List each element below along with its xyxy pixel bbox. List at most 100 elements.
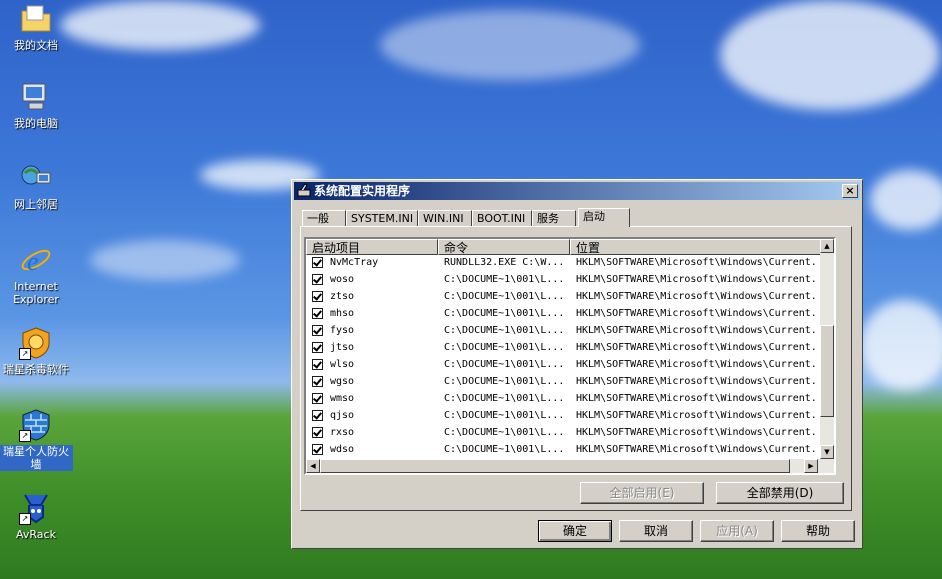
startup-item-location: HKLM\SOFTWARE\Microsoft\Windows\Current.… [576, 359, 818, 370]
table-row[interactable]: wmso C:\DOCUME~1\001\L... HKLM\SOFTWARE\Mi… [306, 391, 820, 408]
firewall-icon: ↗ [19, 408, 53, 442]
horizontal-scroll-thumb[interactable] [320, 459, 790, 473]
table-row[interactable]: jtso C:\DOCUME~1\001\L... HKLM\SOFTWARE\Mi… [306, 340, 820, 357]
startup-item-command: C:\DOCUME~1\001\L... [444, 376, 565, 387]
cloud [60, 0, 260, 50]
startup-item-name: fyso [330, 325, 355, 336]
startup-item-location: HKLM\SOFTWARE\Microsoft\Windows\Current.… [576, 393, 818, 404]
table-row[interactable]: woso C:\DOCUME~1\001\L... HKLM\SOFTWARE\Mi… [306, 272, 820, 289]
scroll-left-button[interactable]: ◀ [306, 459, 320, 473]
column-header-location[interactable]: 位置 [570, 239, 826, 255]
startup-item-checkbox[interactable] [312, 359, 323, 370]
desktop-icon-label: 我的文档 [14, 39, 58, 52]
table-row[interactable]: fyso C:\DOCUME~1\001\L... HKLM\SOFTWARE\Mi… [306, 323, 820, 340]
table-row[interactable]: NvMcTray RUNDLL32.EXE C:\W... HKLM\SOFTWAR… [306, 255, 820, 272]
desktop-icon-avrack[interactable]: ↗ AvRack [0, 491, 73, 541]
tab-general[interactable]: 一般 [302, 210, 346, 226]
desktop-icon-my-documents[interactable]: 我的文档 [0, 2, 73, 52]
cloud [90, 240, 240, 280]
scroll-right-button[interactable]: ▶ [804, 459, 818, 473]
ok-button[interactable]: 确定 [538, 520, 612, 542]
tab-win-ini[interactable]: WIN.INI [418, 210, 472, 226]
startup-item-name: wdso [330, 444, 355, 455]
table-row[interactable]: rxso C:\DOCUME~1\001\L... HKLM\SOFTWARE\Mi… [306, 425, 820, 442]
scroll-up-button[interactable]: ▲ [820, 239, 834, 253]
desktop-icon-rising-antivirus[interactable]: ↗ 瑞星杀毒软件 [0, 326, 73, 376]
column-header-startup-item[interactable]: 启动项目 [306, 239, 438, 255]
tab-boot-ini[interactable]: BOOT.INI [472, 210, 532, 226]
tab-services[interactable]: 服务 [532, 210, 576, 226]
desktop-icon-network[interactable]: 网上邻居 [0, 161, 73, 211]
startup-item-checkbox[interactable] [312, 274, 323, 285]
rising-antivirus-icon: ↗ [19, 326, 53, 360]
startup-item-checkbox[interactable] [312, 308, 323, 319]
startup-item-checkbox[interactable] [312, 444, 323, 455]
table-row[interactable]: wgso C:\DOCUME~1\001\L... HKLM\SOFTWARE\Mi… [306, 374, 820, 391]
help-button[interactable]: 帮助 [781, 520, 855, 542]
avrack-icon: ↗ [19, 491, 53, 525]
startup-item-command: C:\DOCUME~1\001\L... [444, 444, 565, 455]
startup-item-checkbox[interactable] [312, 325, 323, 336]
startup-item-location: HKLM\SOFTWARE\Microsoft\Windows\Current.… [576, 308, 818, 319]
dialog-title: 系统配置实用程序 [314, 184, 411, 198]
startup-item-location: HKLM\SOFTWARE\Microsoft\Windows\Current.… [576, 427, 818, 438]
vertical-scroll-thumb[interactable] [820, 325, 834, 417]
msconfig-app-icon [297, 183, 311, 197]
table-row[interactable]: ztso C:\DOCUME~1\001\L... HKLM\SOFTWARE\Mi… [306, 289, 820, 306]
cancel-button[interactable]: 取消 [619, 520, 693, 542]
startup-item-name: mhso [330, 308, 355, 319]
desktop-icon-label: Internet Explorer [13, 280, 59, 306]
desktop-icon-my-computer[interactable]: 我的电脑 [0, 80, 73, 130]
startup-item-checkbox[interactable] [312, 393, 323, 404]
startup-item-name: jtso [330, 342, 355, 353]
desktop-icon-rising-firewall[interactable]: ↗ 瑞星个人防火墙 [0, 408, 73, 471]
table-row[interactable]: mhso C:\DOCUME~1\001\L... HKLM\SOFTWARE\Mi… [306, 306, 820, 323]
startup-item-checkbox[interactable] [312, 410, 323, 421]
desktop-icon-label: AvRack [16, 528, 56, 541]
startup-item-checkbox[interactable] [312, 291, 323, 302]
cloud [380, 10, 640, 80]
startup-item-checkbox[interactable] [312, 257, 323, 268]
startup-item-command: C:\DOCUME~1\001\L... [444, 393, 565, 404]
startup-item-location: HKLM\SOFTWARE\Microsoft\Windows\Current.… [576, 325, 818, 336]
startup-item-name: NvMcTray [330, 257, 379, 268]
cloud [870, 170, 942, 230]
startup-item-checkbox[interactable] [312, 427, 323, 438]
desktop-icon-internet-explorer[interactable]: e Internet Explorer [0, 243, 73, 306]
table-row[interactable]: wlso C:\DOCUME~1\001\L... HKLM\SOFTWARE\Mi… [306, 357, 820, 374]
shortcut-arrow-icon: ↗ [19, 430, 31, 442]
column-header-command[interactable]: 命令 [438, 239, 570, 255]
computer-icon [19, 80, 53, 114]
close-button[interactable]: × [842, 184, 858, 198]
disable-all-button[interactable]: 全部禁用(D) [716, 482, 844, 504]
startup-item-command: C:\DOCUME~1\001\L... [444, 359, 565, 370]
desktop-icon-label: 网上邻居 [14, 198, 58, 211]
desktop-icon-label: 瑞星个人防火墙 [0, 445, 73, 471]
startup-item-name: ztso [330, 291, 355, 302]
tab-label: WIN.INI [423, 212, 464, 225]
tab-startup[interactable]: 启动 [578, 208, 630, 227]
startup-item-checkbox[interactable] [312, 342, 323, 353]
table-row[interactable]: qjso C:\DOCUME~1\001\L... HKLM\SOFTWARE\Mi… [306, 408, 820, 425]
tab-system-ini[interactable]: SYSTEM.INI [346, 210, 418, 226]
startup-item-location: HKLM\SOFTWARE\Microsoft\Windows\Current.… [576, 291, 818, 302]
apply-button[interactable]: 应用(A) [700, 520, 774, 542]
startup-item-checkbox[interactable] [312, 376, 323, 387]
shortcut-arrow-icon: ↗ [19, 513, 31, 525]
startup-item-name: wlso [330, 359, 355, 370]
startup-item-location: HKLM\SOFTWARE\Microsoft\Windows\Current.… [576, 410, 818, 421]
startup-item-command: C:\DOCUME~1\001\L... [444, 342, 565, 353]
startup-item-name: woso [330, 274, 355, 285]
scroll-down-button[interactable]: ▼ [820, 445, 834, 459]
desktop-icon-label: 瑞星杀毒软件 [3, 363, 69, 376]
table-row[interactable]: wdso C:\DOCUME~1\001\L... HKLM\SOFTWARE\Mi… [306, 442, 820, 459]
startup-item-command: RUNDLL32.EXE C:\W... [444, 257, 565, 268]
horizontal-scrollbar[interactable]: ◀ ▶ [306, 459, 834, 473]
enable-all-button[interactable]: 全部启用(E) [580, 482, 704, 504]
startup-list: 启动项目 命令 位置 NvMcTray RUNDLL32.EXE C:\W... H… [304, 237, 836, 475]
title-bar[interactable]: 系统配置实用程序 × [294, 182, 860, 200]
msconfig-dialog: 系统配置实用程序 × 一般 SYSTEM.INI WIN.INI BOOT.IN… [291, 179, 863, 549]
startup-item-location: HKLM\SOFTWARE\Microsoft\Windows\Current.… [576, 444, 818, 455]
vertical-scrollbar[interactable]: ▲ ▼ [820, 239, 834, 459]
cloud [860, 300, 942, 390]
